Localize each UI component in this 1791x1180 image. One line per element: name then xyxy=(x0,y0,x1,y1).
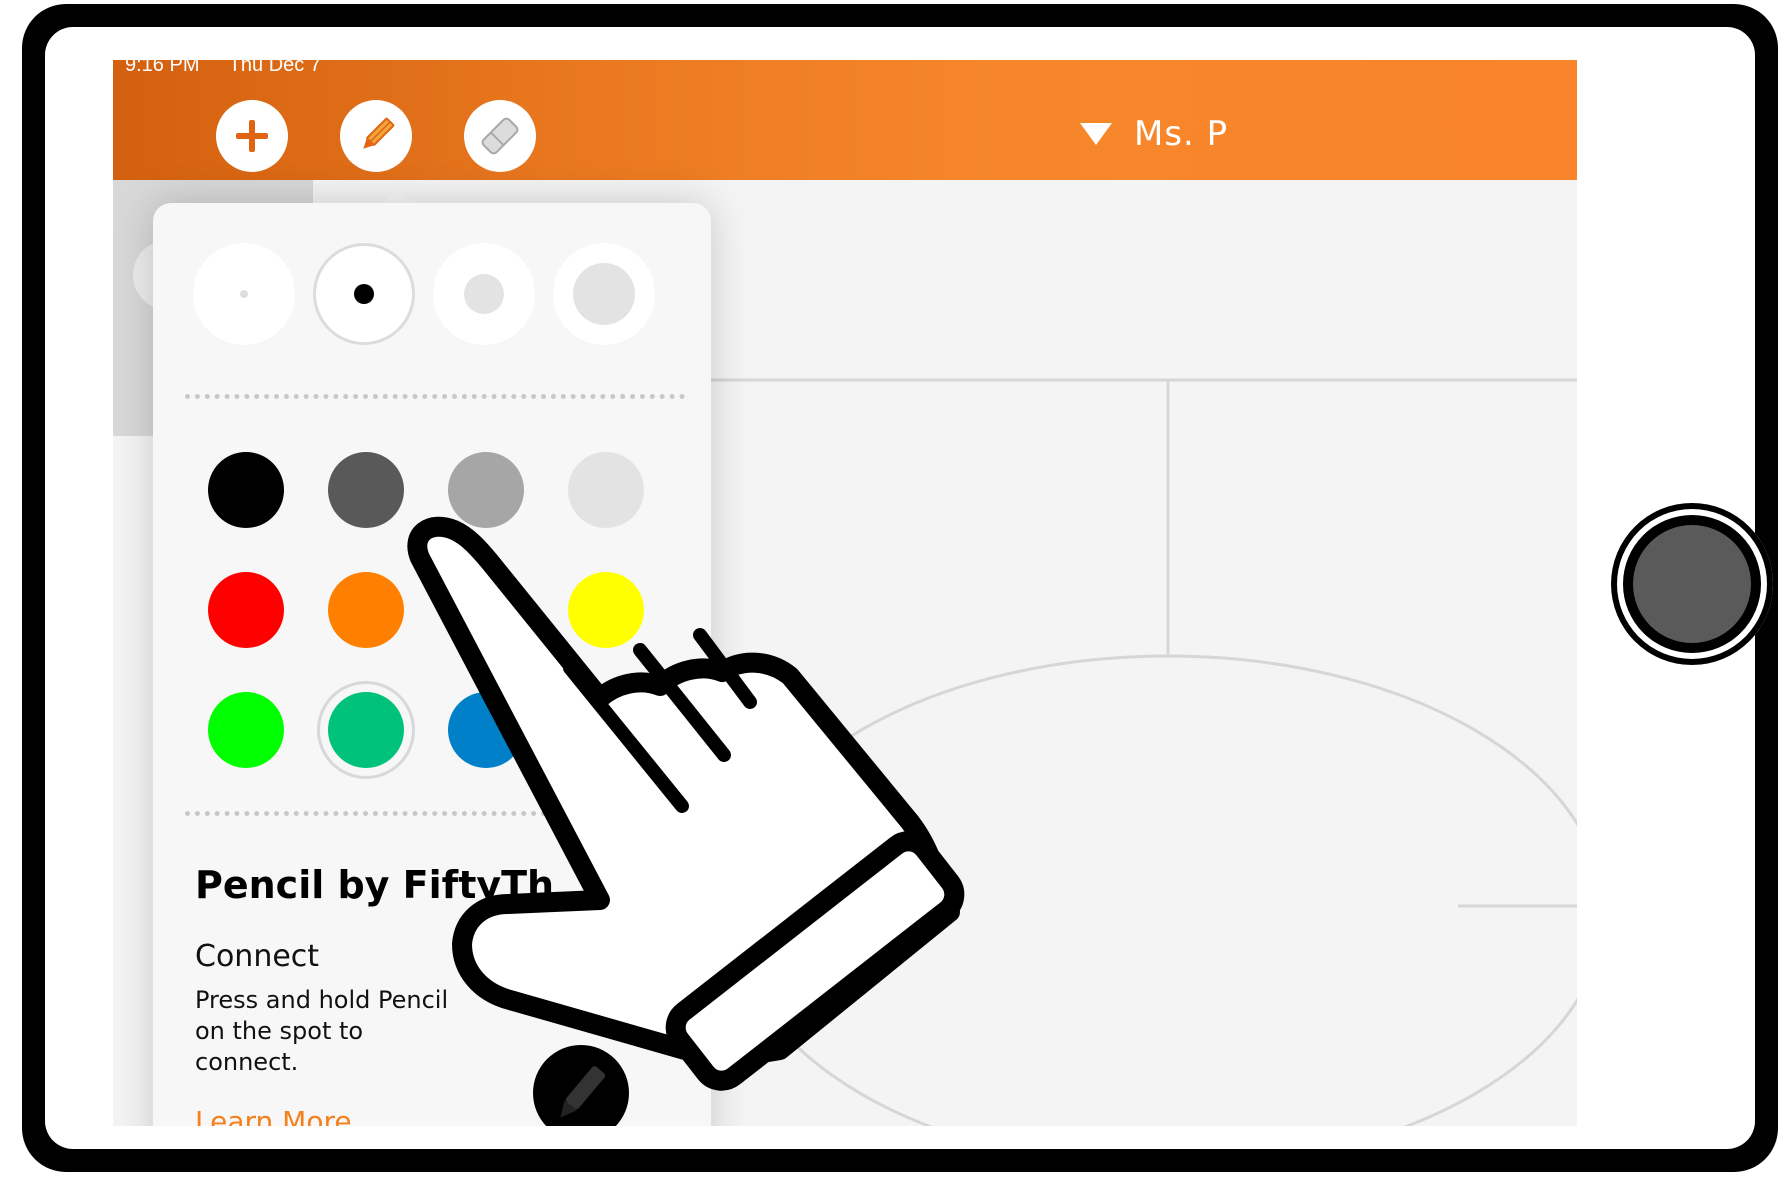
learn-more-link[interactable]: Learn More xyxy=(195,1105,352,1126)
status-bar: 9:16 PM Thu Dec 7 xyxy=(125,60,345,77)
top-toolbar: 9:16 PM Thu Dec 7 Ms. P xyxy=(113,60,1577,180)
size-option-extra-fine[interactable] xyxy=(193,243,295,345)
size-dot xyxy=(573,263,635,325)
status-time: 9:16 PM xyxy=(125,60,200,76)
color-swatch-black[interactable] xyxy=(208,452,284,528)
add-button[interactable] xyxy=(216,100,288,172)
home-button[interactable] xyxy=(1611,503,1773,665)
size-option-medium[interactable] xyxy=(433,243,535,345)
user-menu[interactable]: Ms. P xyxy=(1080,114,1228,154)
dropdown-triangle-icon xyxy=(1080,123,1112,145)
size-dot xyxy=(240,290,248,298)
user-name: Ms. P xyxy=(1134,114,1229,154)
plus-icon xyxy=(236,120,268,152)
pencil-tool-button[interactable] xyxy=(340,100,412,172)
size-option-large[interactable] xyxy=(553,243,655,345)
color-swatch-red[interactable] xyxy=(208,572,284,648)
home-button-face xyxy=(1633,525,1751,643)
pointing-hand-icon xyxy=(407,516,965,1091)
color-swatch-green[interactable] xyxy=(208,692,284,768)
eraser-tool-button[interactable] xyxy=(464,100,536,172)
size-dot xyxy=(464,274,504,314)
divider xyxy=(185,394,685,399)
status-date: Thu Dec 7 xyxy=(228,60,321,76)
pencil-icon xyxy=(363,117,395,149)
popover-subtitle: Connect xyxy=(195,939,320,974)
size-dot xyxy=(354,284,374,304)
eraser-icon xyxy=(481,117,519,155)
home-button-ring xyxy=(1623,515,1761,653)
size-option-fine[interactable] xyxy=(313,243,415,345)
